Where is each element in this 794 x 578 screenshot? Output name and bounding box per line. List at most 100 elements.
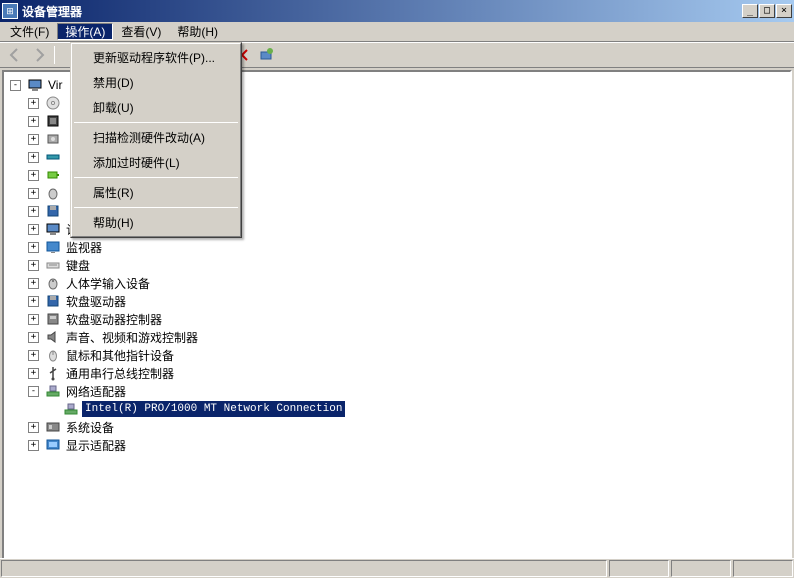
tree-item-label[interactable]: 人体学输入设备: [64, 274, 152, 293]
tree-toggle[interactable]: +: [28, 224, 39, 235]
port-icon: [45, 149, 61, 165]
tree-root-label[interactable]: Vir: [46, 77, 64, 93]
tree-toggle[interactable]: +: [28, 332, 39, 343]
maximize-button[interactable]: □: [759, 4, 775, 18]
tree-item[interactable]: + 人体学输入设备: [6, 274, 788, 292]
menu-help[interactable]: 帮助(H): [169, 23, 226, 40]
tree-item-label[interactable]: [64, 156, 68, 158]
tree-child[interactable]: Intel(R) PRO/1000 MT Network Connection: [6, 400, 788, 418]
battery-icon: [45, 167, 61, 183]
status-bar: [0, 558, 794, 578]
tree-item-label[interactable]: 软盘驱动器: [64, 292, 128, 311]
menu-file[interactable]: 文件(F): [2, 23, 57, 40]
floppy-icon: [45, 203, 61, 219]
tree-toggle[interactable]: +: [28, 242, 39, 253]
tree-item[interactable]: + 显示适配器: [6, 436, 788, 454]
window-title: 设备管理器: [22, 3, 742, 20]
tree-toggle[interactable]: +: [28, 152, 39, 163]
floppy2-icon: [45, 293, 61, 309]
tree-item-label[interactable]: 显示适配器: [64, 436, 128, 455]
dd-scan-hardware[interactable]: 扫描检测硬件改动(A): [73, 125, 239, 150]
forward-button[interactable]: [28, 44, 50, 66]
dd-disable[interactable]: 禁用(D): [73, 70, 239, 95]
system-icon: [45, 419, 61, 435]
tree-item-label[interactable]: [64, 192, 68, 194]
tree-item[interactable]: + 系统设备: [6, 418, 788, 436]
status-pane-3: [733, 560, 793, 577]
menu-view[interactable]: 查看(V): [113, 23, 169, 40]
dd-properties[interactable]: 属性(R): [73, 180, 239, 205]
tree-toggle[interactable]: -: [10, 80, 21, 91]
tree-toggle[interactable]: +: [28, 278, 39, 289]
dd-uninstall[interactable]: 卸载(U): [73, 95, 239, 120]
tree-item-label[interactable]: [64, 174, 68, 176]
tree-item[interactable]: + 声音、视频和游戏控制器: [6, 328, 788, 346]
tree-toggle[interactable]: +: [28, 350, 39, 361]
close-button[interactable]: ×: [776, 4, 792, 18]
tree-toggle[interactable]: +: [28, 296, 39, 307]
app-icon: ⊞: [2, 3, 18, 19]
tree-item-label[interactable]: 键盘: [64, 256, 92, 275]
tree-item-label[interactable]: 通用串行总线控制器: [64, 364, 176, 383]
tree-item-label[interactable]: 软盘驱动器控制器: [64, 310, 164, 329]
display-icon: [45, 437, 61, 453]
tree-item[interactable]: + 软盘驱动器控制器: [6, 310, 788, 328]
dvd-icon: [45, 95, 61, 111]
scan-icon: [258, 47, 274, 63]
hid2-icon: [45, 275, 61, 291]
tree-toggle[interactable]: +: [28, 314, 39, 325]
tree-toggle[interactable]: +: [28, 134, 39, 145]
computer-icon: [27, 77, 43, 93]
status-pane-2: [671, 560, 731, 577]
dd-update-driver[interactable]: 更新驱动程序软件(P)...: [73, 45, 239, 70]
tree-item[interactable]: + 鼠标和其他指针设备: [6, 346, 788, 364]
minimize-button[interactable]: _: [742, 4, 758, 18]
nic-icon: [63, 401, 79, 417]
tree-item[interactable]: + 键盘: [6, 256, 788, 274]
tree-toggle[interactable]: +: [28, 170, 39, 181]
tree-toggle[interactable]: +: [28, 116, 39, 127]
tree-toggle[interactable]: +: [28, 440, 39, 451]
menu-action[interactable]: 操作(A): [57, 23, 113, 40]
scan-button[interactable]: [255, 44, 277, 66]
network-icon: [45, 383, 61, 399]
title-bar: ⊞ 设备管理器 _ □ ×: [0, 0, 794, 22]
dd-add-legacy[interactable]: 添加过时硬件(L): [73, 150, 239, 175]
tree-toggle[interactable]: +: [28, 188, 39, 199]
tree-toggle[interactable]: +: [28, 206, 39, 217]
arrow-left-icon: [7, 47, 23, 63]
dd-help[interactable]: 帮助(H): [73, 210, 239, 235]
tree-item-label[interactable]: 监视器: [64, 238, 104, 257]
tree-item-label[interactable]: [64, 120, 68, 122]
tree-item-label[interactable]: 系统设备: [64, 418, 116, 437]
tree-item[interactable]: + 监视器: [6, 238, 788, 256]
sound-icon: [45, 329, 61, 345]
tree-item[interactable]: - 网络适配器: [6, 382, 788, 400]
tree-toggle[interactable]: +: [28, 368, 39, 379]
tree-item-label[interactable]: 声音、视频和游戏控制器: [64, 328, 200, 347]
tree-item[interactable]: + 软盘驱动器: [6, 292, 788, 310]
action-dropdown: 更新驱动程序软件(P)... 禁用(D) 卸载(U) 扫描检测硬件改动(A) 添…: [70, 42, 242, 238]
monitor-icon: [45, 239, 61, 255]
tree-item-label[interactable]: 鼠标和其他指针设备: [64, 346, 176, 365]
tree-item[interactable]: + 通用串行总线控制器: [6, 364, 788, 382]
tree-toggle[interactable]: +: [28, 98, 39, 109]
back-button[interactable]: [4, 44, 26, 66]
mouse-icon: [45, 347, 61, 363]
tree-toggle[interactable]: +: [28, 422, 39, 433]
tree-item-label[interactable]: [64, 138, 68, 140]
tree-item-label[interactable]: 网络适配器: [64, 382, 128, 401]
cpu-icon: [45, 113, 61, 129]
floppy-ctrl-icon: [45, 311, 61, 327]
tree-item-label[interactable]: [64, 210, 68, 212]
tree-child-label[interactable]: Intel(R) PRO/1000 MT Network Connection: [82, 401, 345, 417]
window-controls: _ □ ×: [742, 4, 792, 18]
tree-toggle[interactable]: -: [28, 386, 39, 397]
keyboard-icon: [45, 257, 61, 273]
status-pane-main: [1, 560, 607, 577]
dd-separator: [74, 207, 238, 208]
menu-bar: 文件(F) 操作(A) 查看(V) 帮助(H): [0, 22, 794, 42]
disk-icon: [45, 131, 61, 147]
tree-toggle[interactable]: +: [28, 260, 39, 271]
tree-item-label[interactable]: [64, 102, 68, 104]
